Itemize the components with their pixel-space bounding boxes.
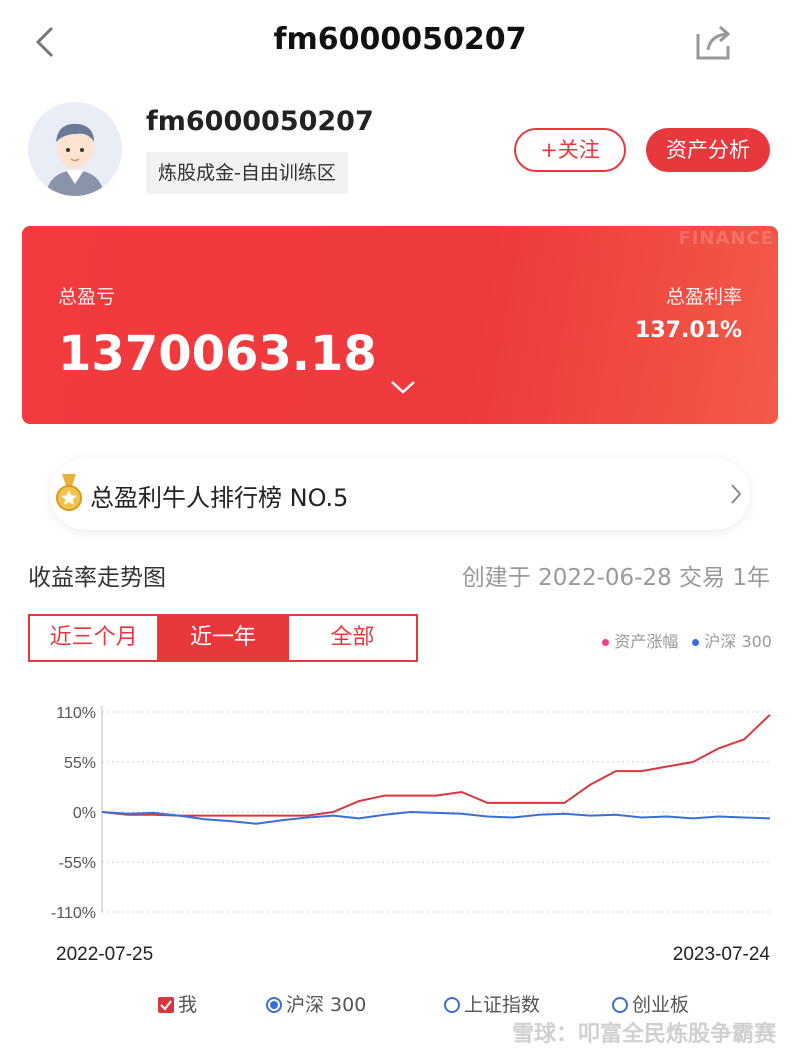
legend-dot-icon xyxy=(692,639,700,646)
legend-toggle-chinext[interactable]: 创业板 xyxy=(612,990,689,1017)
asset-analysis-button[interactable]: 资产分析 xyxy=(646,128,770,172)
section-meta: 创建于 2022-06-28 交易 1年 xyxy=(461,565,770,591)
total-pnl-label: 总盈亏 xyxy=(58,286,116,308)
nav-bar: fm6000050207 xyxy=(0,0,800,88)
legend-toggle-shanghai[interactable]: 上证指数 xyxy=(444,990,540,1017)
y-tick-label: -55% xyxy=(59,855,96,872)
user-tag: 炼股成金-自由训练区 xyxy=(146,152,348,194)
return-chart: 110% 55% 0% -55% -110% 2022-07-25 2023-07-24 xyxy=(0,690,800,970)
follow-button[interactable]: +关注 xyxy=(514,128,626,172)
tab-all[interactable]: 全部 xyxy=(289,616,416,660)
radio-selected-icon xyxy=(266,997,282,1013)
share-icon[interactable] xyxy=(692,22,736,62)
period-tabs: 近三个月 近一年 全部 xyxy=(28,614,418,662)
legend-item-hs300: 沪深 300 xyxy=(692,628,772,652)
legend-toggle-label: 创业板 xyxy=(632,994,690,1016)
username: fm6000050207 xyxy=(146,106,374,137)
legend-dot-icon xyxy=(602,639,610,646)
radio-unselected-icon xyxy=(612,997,628,1013)
legend-toggle-me[interactable]: 我 xyxy=(158,990,197,1017)
ranking-banner[interactable]: 总盈利牛人排行榜 NO.5 xyxy=(50,458,750,530)
avatar[interactable] xyxy=(28,102,122,196)
legend-toggle-label: 上证指数 xyxy=(464,994,541,1016)
total-rate-label: 总盈利率 xyxy=(665,286,742,308)
legend-label: 资产涨幅 xyxy=(614,632,679,651)
tab-one-year[interactable]: 近一年 xyxy=(159,616,289,660)
page-title: fm6000050207 xyxy=(273,22,527,57)
legend-toggle-hs300[interactable]: 沪深 300 xyxy=(266,990,366,1017)
y-tick-label: -110% xyxy=(51,905,96,922)
xueqiu-watermark: 雪球：叩富全民炼股争霸赛 xyxy=(511,1022,776,1047)
legend-toggle-label: 我 xyxy=(178,994,198,1016)
total-pnl-value: 1370063.18 xyxy=(58,326,377,382)
checkbox-checked-icon xyxy=(158,996,174,1013)
series-line-hs300 xyxy=(101,810,771,825)
total-rate-value: 137.01% xyxy=(635,318,742,343)
radio-unselected-icon xyxy=(444,997,460,1013)
return-chart-svg: 110% 55% 0% -55% -110% 2022-07-25 2023-07-24 xyxy=(51,705,771,965)
ranking-text: 总盈利牛人排行榜 NO.5 xyxy=(90,484,349,512)
card-watermark: FINANCE xyxy=(678,228,774,249)
chevron-down-icon[interactable] xyxy=(388,376,418,398)
section-title: 收益率走势图 xyxy=(28,565,166,591)
medal-icon xyxy=(54,474,84,514)
y-tick-label: 110% xyxy=(56,705,96,722)
chart-legend-top: 资产涨幅 沪深 300 xyxy=(602,628,772,652)
x-tick-label: 2022-07-25 xyxy=(56,944,153,965)
y-tick-label: 55% xyxy=(64,755,96,772)
tab-three-months[interactable]: 近三个月 xyxy=(30,616,160,660)
profile-header: fm6000050207 炼股成金-自由训练区 +关注 资产分析 xyxy=(0,96,800,206)
y-tick-label: 0% xyxy=(73,805,96,822)
pnl-card[interactable]: FINANCE 总盈亏 1370063.18 总盈利率 137.01% xyxy=(22,226,778,424)
x-tick-label: 2023-07-24 xyxy=(673,944,771,965)
legend-item-asset: 资产涨幅 xyxy=(602,628,678,652)
series-line-me xyxy=(101,713,771,817)
chevron-right-icon xyxy=(728,482,744,506)
legend-label: 沪深 300 xyxy=(704,632,772,651)
legend-toggle-label: 沪深 300 xyxy=(286,994,367,1016)
